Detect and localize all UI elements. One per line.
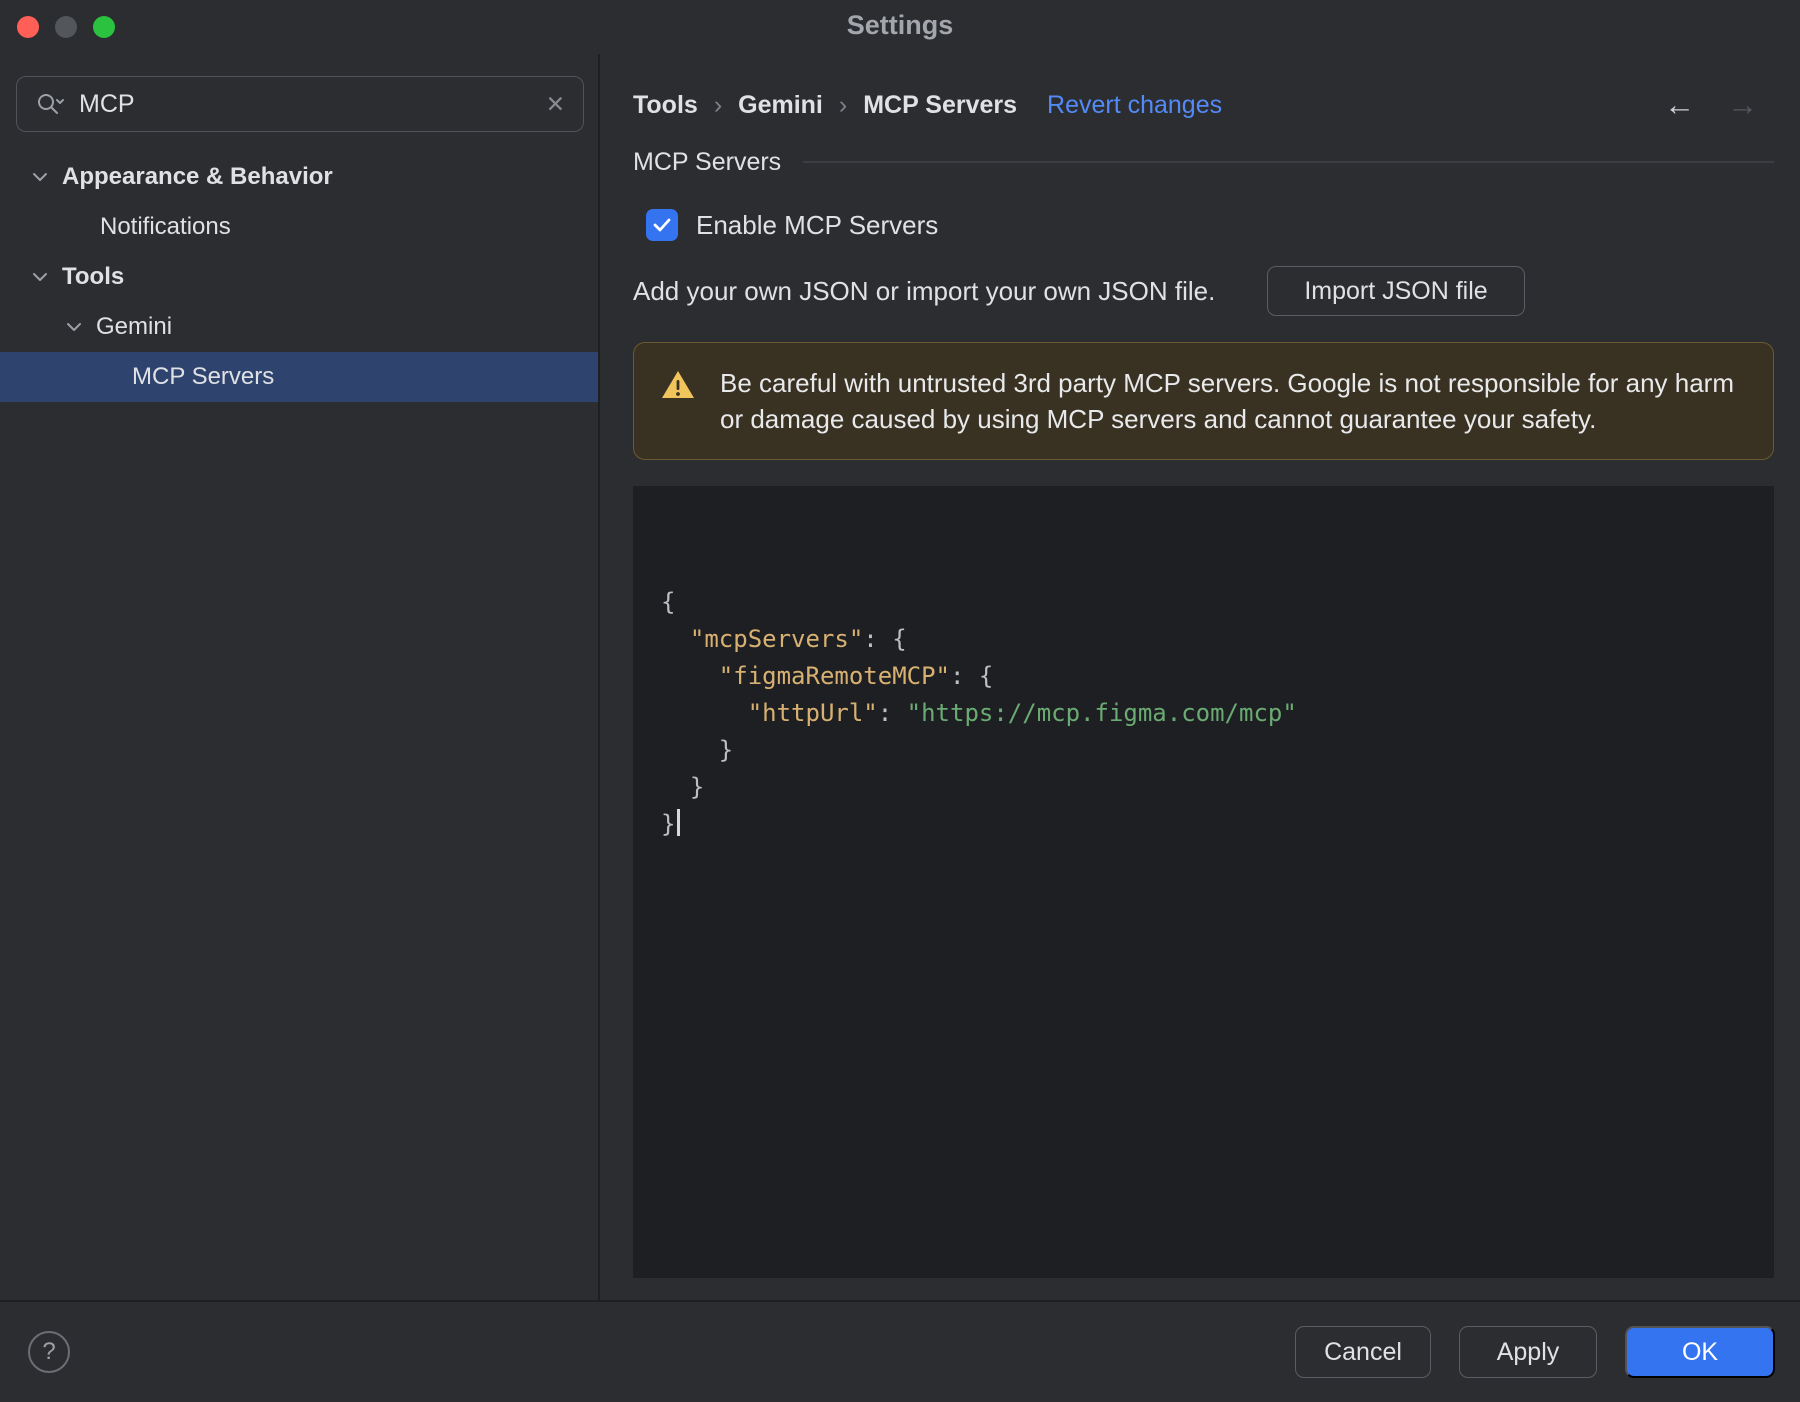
section-divider (803, 161, 1774, 163)
titlebar: Settings (0, 0, 1800, 54)
sidebar-item-gemini[interactable]: Gemini (0, 302, 598, 352)
text-caret (677, 809, 680, 836)
breadcrumb-separator-icon: › (713, 90, 723, 119)
settings-search-field[interactable]: MCP ✕ (16, 76, 584, 132)
code-line: "httpUrl": "https://mcp.figma.com/mcp" (747, 699, 1297, 727)
code-line: } (661, 773, 705, 801)
breadcrumb-item-tools[interactable]: Tools (633, 91, 698, 120)
enable-mcp-checkbox[interactable] (646, 209, 678, 241)
add-json-row: Add your own JSON or import your own JSO… (633, 266, 1774, 316)
apply-button[interactable]: Apply (1459, 1326, 1597, 1378)
window-title: Settings (846, 10, 954, 40)
cancel-button[interactable]: Cancel (1295, 1326, 1431, 1378)
add-json-text: Add your own JSON or import your own JSO… (633, 275, 1216, 306)
code-line: } (661, 806, 1754, 843)
warning-banner: Be careful with untrusted 3rd party MCP … (633, 342, 1774, 460)
chevron-down-icon[interactable] (32, 172, 48, 182)
revert-changes-link[interactable]: Revert changes (1047, 91, 1222, 120)
code-line: "figmaRemoteMCP": { (718, 662, 994, 690)
chevron-down-icon[interactable] (32, 272, 48, 282)
search-icon (38, 94, 64, 114)
section-title: MCP Servers (633, 147, 782, 176)
warning-triangle-icon (662, 371, 694, 398)
clear-search-icon[interactable]: ✕ (546, 92, 565, 116)
settings-tree: Appearance & Behavior Notifications Tool… (0, 152, 598, 402)
breadcrumb: Tools › Gemini › MCP Servers Revert chan… (633, 82, 1774, 128)
checkmark-icon (653, 218, 671, 232)
search-input[interactable]: MCP (79, 90, 546, 119)
ok-button[interactable]: OK (1625, 1326, 1775, 1378)
enable-mcp-label: Enable MCP Servers (696, 209, 939, 240)
import-json-file-button[interactable]: Import JSON file (1267, 266, 1525, 316)
code-line: { (661, 588, 676, 616)
sidebar-item-tools[interactable]: Tools (0, 252, 598, 302)
json-editor[interactable]: { "mcpServers": { "figmaRemoteMCP": { "h… (633, 486, 1774, 1278)
sidebar-item-notifications[interactable]: Notifications (0, 202, 598, 252)
sidebar-item-label: Appearance & Behavior (62, 163, 333, 190)
warning-text: Be careful with untrusted 3rd party MCP … (720, 368, 1734, 434)
code-line: "mcpServers": { (689, 625, 907, 653)
question-mark-icon: ? (42, 1338, 56, 1365)
back-arrow-icon[interactable]: ← (1664, 87, 1695, 123)
breadcrumb-item-gemini[interactable]: Gemini (738, 91, 823, 120)
enable-mcp-row: Enable MCP Servers (633, 204, 1774, 246)
forward-arrow-icon[interactable]: → (1727, 87, 1758, 123)
breadcrumb-separator-icon: › (838, 90, 848, 119)
sidebar-item-label: MCP Servers (132, 363, 275, 390)
help-button[interactable]: ? (28, 1331, 70, 1373)
sidebar-item-label: Gemini (96, 313, 173, 340)
settings-sidebar: MCP ✕ Appearance & Behavior Notification… (0, 54, 600, 1300)
sidebar-item-label: Notifications (100, 213, 231, 240)
section-header: MCP Servers (633, 144, 1774, 180)
dialog-footer: ? Cancel Apply OK (0, 1300, 1800, 1402)
sidebar-item-appearance-behavior[interactable]: Appearance & Behavior (0, 152, 598, 202)
sidebar-item-mcp-servers[interactable]: MCP Servers (0, 352, 598, 402)
json-editor-content: { "mcpServers": { "figmaRemoteMCP": { "h… (661, 584, 1754, 843)
breadcrumb-item-mcp-servers[interactable]: MCP Servers (863, 91, 1017, 120)
code-line: } (661, 736, 734, 764)
chevron-down-icon[interactable] (66, 322, 82, 332)
settings-content: Tools › Gemini › MCP Servers Revert chan… (602, 54, 1800, 1300)
settings-window: Settings MCP ✕ Appearance & Behavior Not… (0, 0, 1800, 1402)
footer-buttons: Cancel Apply OK (1295, 1326, 1775, 1378)
sidebar-item-label: Tools (62, 263, 125, 290)
